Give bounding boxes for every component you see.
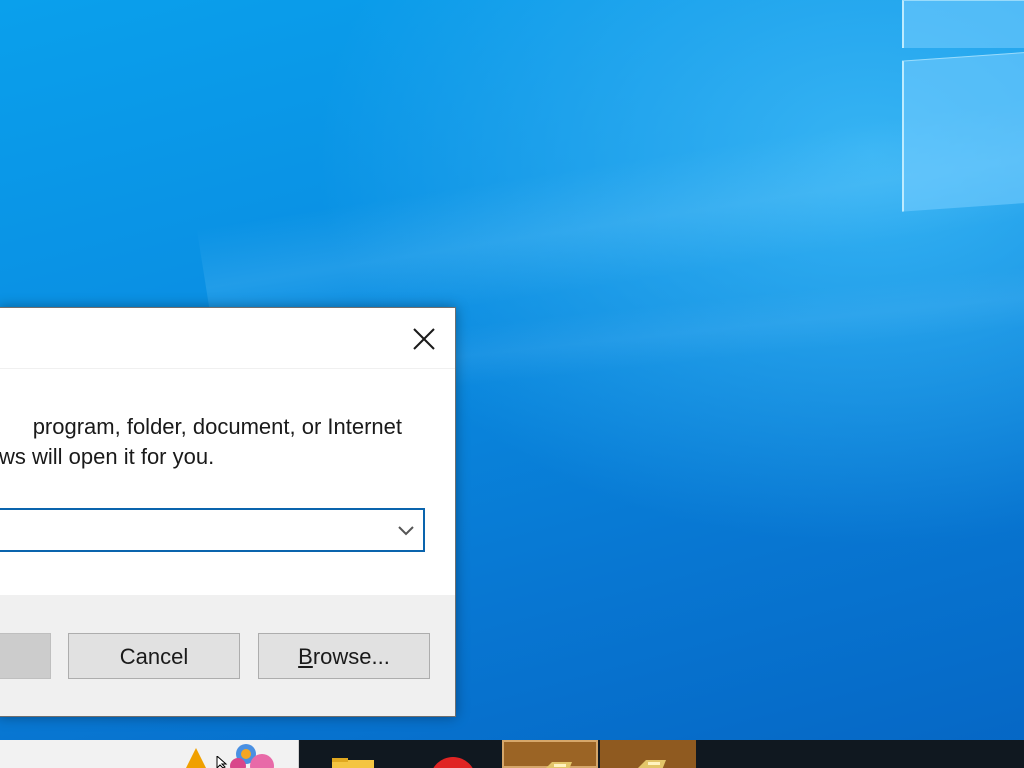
file-explorer-icon xyxy=(332,758,374,768)
message-line-2: ws will open it for you. xyxy=(0,444,215,469)
taskbar-red-app[interactable] xyxy=(428,740,478,768)
browse-access-key: B xyxy=(298,644,313,669)
taskbar-file-explorer[interactable] xyxy=(330,740,376,768)
chevron-down-icon xyxy=(398,526,414,536)
windows-logo-pane-bottom xyxy=(902,51,1024,212)
taskbar-package-app-1[interactable] xyxy=(502,740,598,768)
dialog-message: program, folder, document, or Internet w… xyxy=(0,412,439,472)
dropdown-button[interactable] xyxy=(395,520,417,540)
close-button[interactable] xyxy=(407,322,441,356)
warning-icon xyxy=(186,748,206,768)
taskbar-package-app-2[interactable] xyxy=(600,740,696,768)
taskbar-search-box[interactable] xyxy=(0,740,299,768)
red-app-icon xyxy=(433,757,473,768)
browse-label: rowse... xyxy=(312,644,390,669)
open-combobox[interactable] xyxy=(0,508,425,552)
open-input[interactable] xyxy=(0,510,377,550)
close-icon xyxy=(413,328,435,350)
cortana-icon xyxy=(230,744,274,768)
run-dialog: program, folder, document, or Internet w… xyxy=(0,307,456,717)
ok-button[interactable] xyxy=(0,633,51,679)
dialog-titlebar xyxy=(0,308,455,369)
dialog-button-bar: Cancel Browse... xyxy=(0,595,455,716)
package-icon xyxy=(546,762,572,768)
taskbar xyxy=(0,740,1024,768)
message-line-1: program, folder, document, or Internet xyxy=(32,414,402,439)
windows-logo-pane-top xyxy=(902,0,1024,48)
package-icon xyxy=(638,760,666,768)
cancel-button[interactable]: Cancel xyxy=(68,633,240,679)
browse-button[interactable]: Browse... xyxy=(258,633,430,679)
